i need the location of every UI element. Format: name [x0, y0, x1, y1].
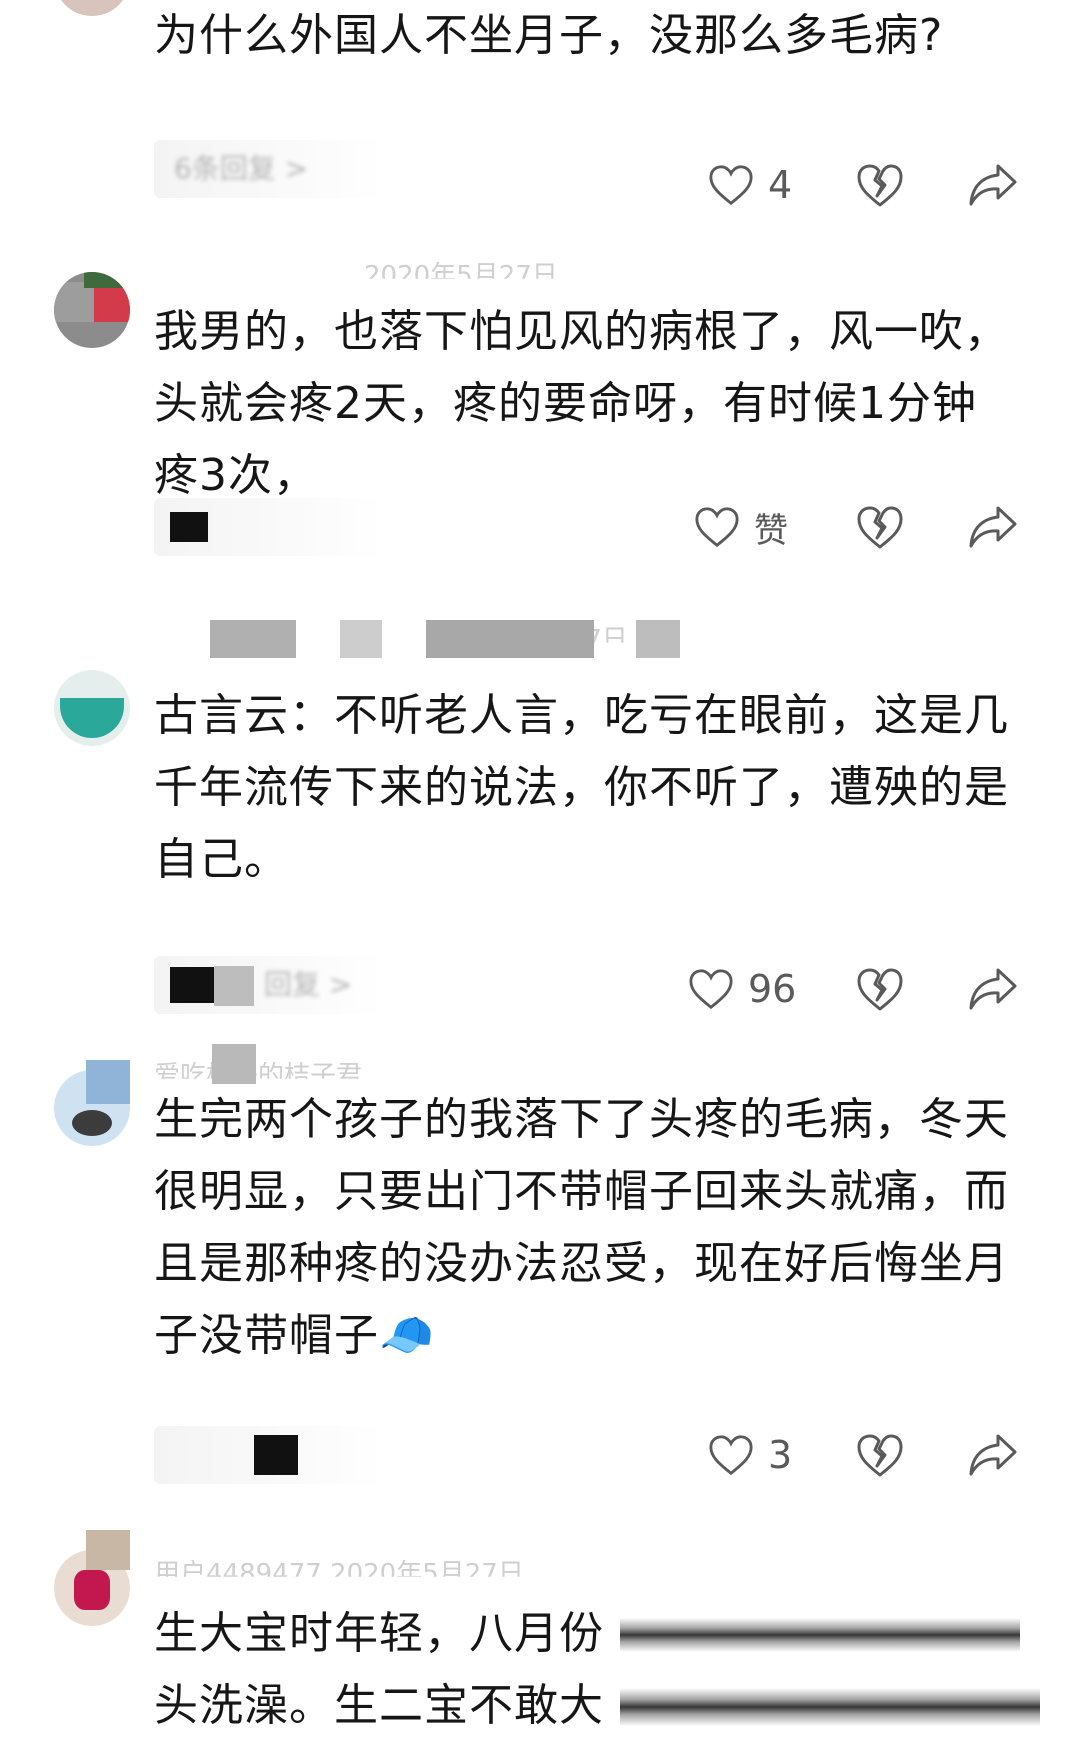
avatar-shape [60, 698, 124, 738]
avatar-redaction [54, 282, 94, 322]
name-redaction [426, 620, 594, 658]
like-count: 3 [768, 1433, 793, 1477]
broken-heart-icon[interactable] [856, 966, 904, 1012]
heart-outline-icon [709, 165, 753, 206]
like-button[interactable]: 赞 [694, 492, 788, 562]
avatar[interactable] [54, 670, 130, 746]
name-redaction [212, 1044, 256, 1084]
broken-heart-icon[interactable] [856, 162, 904, 208]
comment-text: 古言云：不听老人言，吃亏在眼前，这是几千年流传下来的说法，你不听了，遭殃的是自己… [154, 690, 1009, 885]
share-arrow-icon[interactable] [968, 966, 1018, 1012]
like-label: 赞 [754, 510, 788, 551]
avatar-shape [74, 1570, 110, 1610]
comment-meta: 用户4489477 2020年5月27日 [154, 1560, 524, 1588]
comment-actions: 96 [0, 954, 1080, 1024]
share-arrow-icon[interactable] [968, 162, 1018, 208]
share-arrow-icon[interactable] [968, 504, 1018, 550]
like-count: 96 [748, 967, 797, 1011]
comment-text: 生完两个孩子的我落下了头疼的毛病，冬天很明显，只要出门不带帽子回来头就痛，而且是… [154, 1094, 1009, 1361]
like-button[interactable]: 4 [708, 150, 792, 220]
comment-meta: 2020年5月27日 [364, 262, 558, 290]
like-count: 4 [768, 163, 793, 207]
broken-heart-icon[interactable] [856, 1432, 904, 1478]
comment-text: 为什么外国人不坐月子，没那么多毛病? [154, 10, 944, 61]
text-redaction [620, 1618, 1020, 1652]
name-redaction [210, 620, 296, 658]
avatar-redaction [84, 272, 130, 288]
heart-outline-icon [695, 507, 739, 548]
broken-heart-icon[interactable] [856, 504, 904, 550]
avatar[interactable] [54, 0, 130, 16]
avatar-redaction [94, 282, 130, 322]
like-button[interactable]: 96 [688, 954, 796, 1024]
text-redaction [620, 1688, 1040, 1726]
avatar-redaction [86, 1530, 130, 1570]
avatar-redaction [86, 1060, 130, 1104]
heart-outline-icon [709, 1435, 753, 1476]
comment-text: 头洗澡。生二宝不敢大 [154, 1680, 604, 1731]
comment-actions: 3 [0, 1420, 1080, 1490]
like-button[interactable]: 3 [708, 1420, 792, 1490]
share-arrow-icon[interactable] [968, 1432, 1018, 1478]
avatar[interactable] [54, 272, 130, 348]
comment-text: 生大宝时年轻，八月份 [154, 1608, 604, 1659]
name-redaction [340, 620, 382, 658]
comment-text: 我男的，也落下怕见风的病根了，风一吹，头就会疼2天，疼的要命呀，有时候1分钟疼3… [154, 306, 1009, 501]
comment-actions: 赞 [0, 492, 1080, 562]
avatar-shape [72, 1110, 112, 1136]
name-redaction [636, 620, 680, 658]
comment-actions: 4 [0, 150, 1080, 220]
heart-outline-icon [689, 969, 733, 1010]
